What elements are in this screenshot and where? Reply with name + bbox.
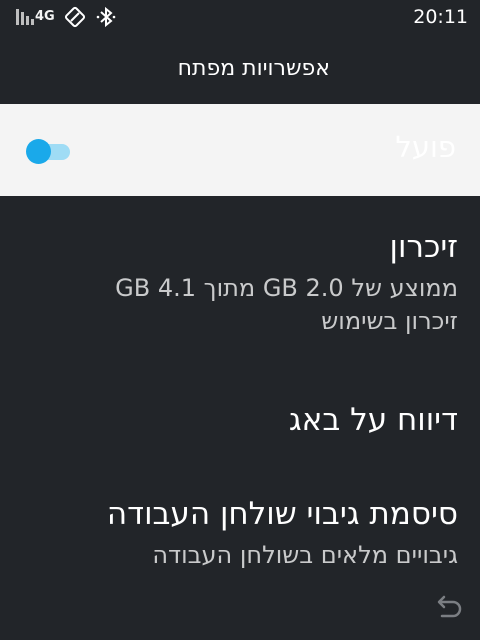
back-icon[interactable] [432,593,464,623]
screen-rotation-icon [64,6,86,28]
memory-title: זיכרון [389,229,458,265]
desktop-backup-password-summary: גיבויים מלאים בשולחן העבודה [152,541,458,569]
network-type-label: 4G [35,9,55,24]
master-switch-label: פועל [395,130,456,164]
status-bar: 4G 20:11 [0,0,480,36]
memory-summary-label: זיכרון בשימוש [321,307,458,335]
desktop-backup-password-title: סיסמת גיבוי שולחן העבודה [106,496,458,532]
desktop-backup-password-preference[interactable]: סיסמת גיבוי שולחן העבודה גיבויים מלאים ב… [107,492,458,574]
signal-bars-icon [16,9,34,25]
page-title: אפשרויות מפתח [177,56,330,81]
clock: 20:11 [413,6,468,28]
memory-summary-usage: ממוצע של 2.0 GB מתוך 4.1 GB [115,274,458,302]
app-bar: אפשרויות מפתח [0,36,480,104]
bug-report-preference[interactable]: דיווח על באג [289,398,458,442]
master-switch-thumb[interactable] [26,139,51,164]
bluetooth-icon [96,6,116,28]
bug-report-title: דיווח על באג [288,402,458,438]
memory-preference[interactable]: זיכרון ממוצע של 2.0 GB מתוך 4.1 GB זיכרו… [115,226,458,334]
